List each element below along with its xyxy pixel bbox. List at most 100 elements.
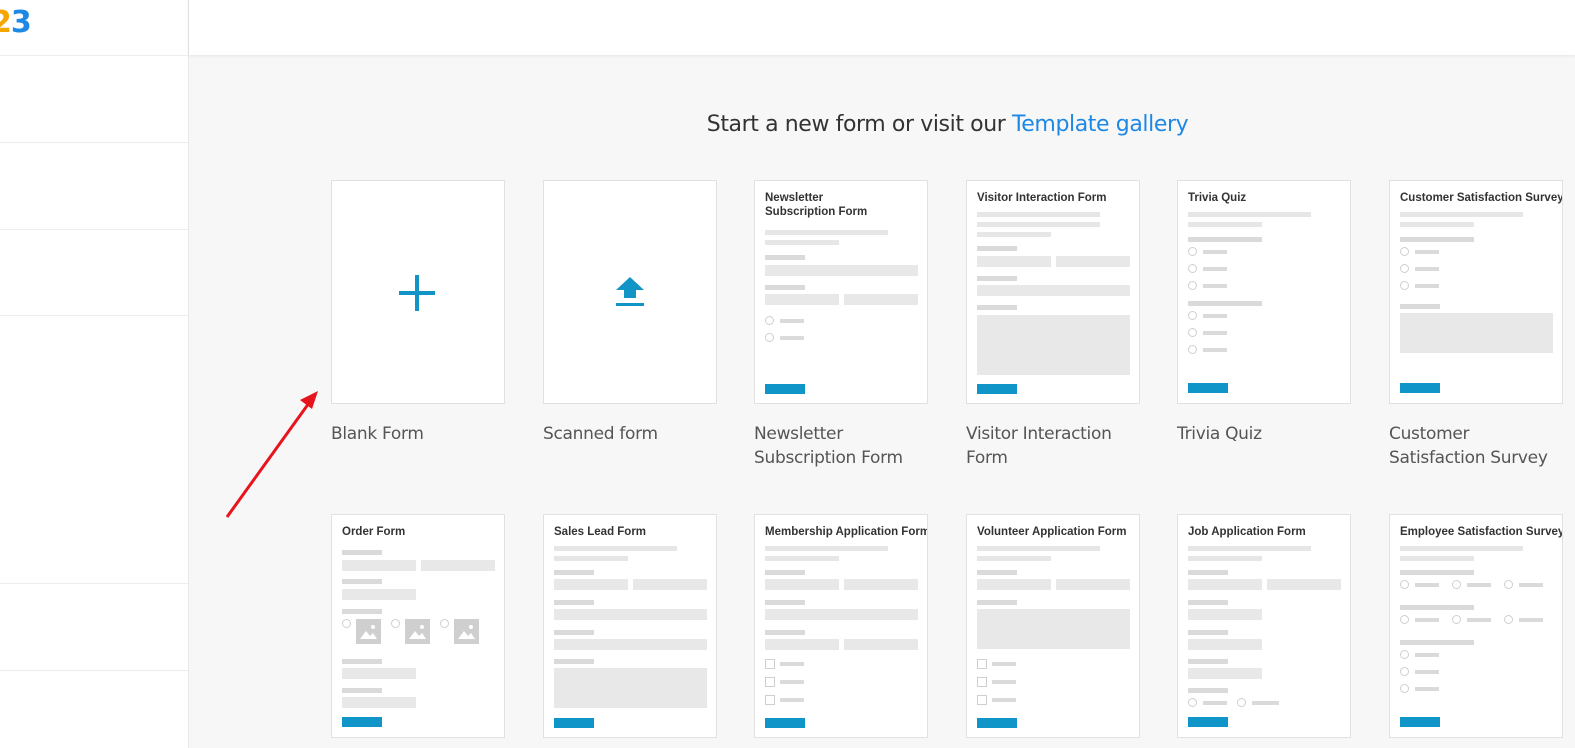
option-line — [780, 680, 804, 684]
submit-button-preview — [554, 718, 594, 728]
option-line — [1415, 618, 1439, 622]
text-line — [1188, 556, 1262, 561]
radio — [1504, 580, 1513, 589]
template-gallery-link[interactable]: Template gallery — [1012, 112, 1189, 137]
question-label — [1188, 301, 1262, 306]
sidebar-item[interactable] — [0, 56, 188, 143]
radio — [1452, 615, 1461, 624]
field — [421, 560, 495, 571]
trivia-quiz-card[interactable]: Trivia Quiz — [1177, 180, 1351, 404]
text-line — [1188, 546, 1311, 551]
field-label — [1188, 659, 1228, 664]
option-line — [780, 698, 804, 702]
sidebar-item[interactable] — [0, 584, 188, 671]
blank-form-card[interactable] — [331, 180, 505, 404]
radio — [1400, 247, 1409, 256]
field-label — [342, 579, 382, 584]
field — [765, 609, 918, 620]
sidebar-item[interactable] — [0, 230, 188, 316]
card-caption[interactable]: Newsletter Subscription Form — [754, 422, 934, 470]
radio — [1400, 667, 1409, 676]
card-caption[interactable]: Blank Form — [331, 422, 511, 446]
field-label — [977, 276, 1017, 281]
card-title: Volunteer Application Form — [977, 526, 1127, 538]
radio — [1400, 281, 1409, 290]
field — [1188, 668, 1262, 679]
option-line — [992, 698, 1016, 702]
image-icon — [454, 619, 479, 644]
radio — [765, 316, 774, 325]
image-icon — [405, 619, 430, 644]
visitor-interaction-card[interactable]: Visitor Interaction Form — [966, 180, 1140, 404]
field — [765, 265, 918, 276]
text-line — [977, 556, 1051, 561]
sidebar-item[interactable] — [0, 316, 188, 584]
option-line — [1415, 250, 1439, 254]
caption-line: Customer — [1389, 424, 1470, 444]
employee-satisfaction-card[interactable]: Employee Satisfaction Survey — [1389, 514, 1563, 738]
caption-line: Blank Form — [331, 424, 424, 444]
field-label — [554, 570, 594, 575]
job-application-card[interactable]: Job Application Form — [1177, 514, 1351, 738]
radio — [391, 619, 400, 628]
card-title: Trivia Quiz — [1188, 192, 1247, 204]
option-line — [1467, 618, 1491, 622]
submit-button-preview — [977, 384, 1017, 394]
field-label — [765, 285, 805, 290]
field — [342, 697, 416, 708]
radio — [440, 619, 449, 628]
caption-line: Scanned form — [543, 424, 658, 444]
field — [765, 639, 839, 650]
logo[interactable]: 23 — [0, 0, 189, 56]
card-title: Customer Satisfaction Survey — [1400, 192, 1563, 204]
sidebar-item[interactable] — [0, 143, 188, 230]
checkbox — [765, 659, 775, 669]
card-title: Order Form — [342, 526, 406, 538]
radio — [1400, 580, 1409, 589]
membership-application-card[interactable]: Membership Application Form — [754, 514, 928, 738]
caption-line: Trivia Quiz — [1177, 424, 1262, 444]
field-label — [765, 600, 805, 605]
text-line — [1400, 222, 1474, 227]
card-title: Employee Satisfaction Survey — [1400, 526, 1563, 538]
field — [1188, 609, 1262, 620]
field-label — [342, 609, 382, 614]
option-line — [1467, 583, 1491, 587]
question-label — [1400, 640, 1474, 645]
card-caption[interactable]: Visitor Interaction Form — [966, 422, 1146, 470]
option-line — [1415, 687, 1439, 691]
text-line — [1400, 556, 1474, 561]
caption-line: Subscription Form — [754, 448, 903, 468]
radio — [1188, 698, 1197, 707]
scanned-form-card[interactable] — [543, 180, 717, 404]
page-heading: Start a new form or visit our Template g… — [189, 112, 1575, 137]
sales-lead-card[interactable]: Sales Lead Form — [543, 514, 717, 738]
radio — [1188, 328, 1197, 337]
question-label — [1400, 237, 1474, 242]
field — [844, 579, 918, 590]
option-line — [1203, 314, 1227, 318]
field — [342, 560, 416, 571]
card-caption[interactable]: Scanned form — [543, 422, 723, 446]
card-caption[interactable]: Customer Satisfaction Survey — [1389, 422, 1569, 470]
field — [844, 639, 918, 650]
option-line — [1415, 267, 1439, 271]
field-label — [342, 659, 382, 664]
submit-button-preview — [342, 717, 382, 727]
text-line — [1400, 212, 1523, 217]
field-label — [765, 255, 805, 260]
text-line — [554, 556, 628, 561]
textarea — [1400, 313, 1553, 353]
radio — [1237, 698, 1246, 707]
card-caption[interactable]: Trivia Quiz — [1177, 422, 1357, 446]
field-label — [554, 659, 594, 664]
customer-satisfaction-card[interactable]: Customer Satisfaction Survey — [1389, 180, 1563, 404]
order-form-card[interactable]: Order Form — [331, 514, 505, 738]
volunteer-application-card[interactable]: Volunteer Application Form — [966, 514, 1140, 738]
text-line — [765, 556, 839, 561]
newsletter-subscription-card[interactable]: Newsletter Subscription Form — [754, 180, 928, 404]
card-title: Newsletter Subscription Form — [765, 192, 868, 218]
text-line — [1400, 546, 1523, 551]
radio — [1504, 615, 1513, 624]
logo-digit-3: 3 — [10, 5, 32, 40]
